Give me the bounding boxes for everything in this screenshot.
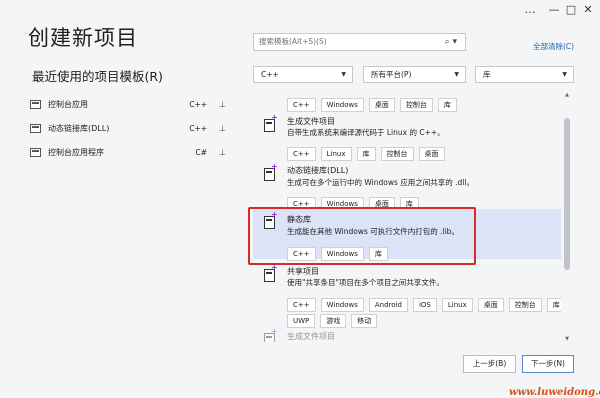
template-item-makefile[interactable]: + 生成文件项目 — [253, 327, 561, 342]
template-list-scrollbar[interactable]: ▲ ▼ — [563, 92, 571, 342]
tag: UWP — [287, 314, 316, 328]
recent-item-name: 动态链接库(DLL) — [48, 123, 110, 133]
tag: 游戏 — [320, 314, 347, 328]
template-name: 生成文件项目 — [287, 117, 335, 126]
tag: 库 — [437, 98, 457, 112]
tag: C++ — [287, 98, 316, 112]
recent-item-console-app-csharp[interactable]: 控制台应用程序 C# ⊥ — [30, 143, 226, 161]
project-type-filter-value: 库 — [483, 70, 491, 79]
recent-item-lang: C++ — [189, 99, 208, 109]
template-item-dll[interactable]: + 动态链接库(DLL) 生成可在多个运行中的 Windows 应用之间共享的 … — [253, 162, 561, 211]
chevron-down-icon: ▼ — [454, 71, 459, 78]
recent-item-lang: C++ — [189, 123, 208, 133]
template-description: 生成可在多个运行中的 Windows 应用之间共享的 .dll。 — [287, 178, 474, 187]
tag: 控制台 — [399, 98, 433, 112]
scroll-down-icon[interactable]: ▼ — [563, 336, 571, 342]
language-filter-value: C++ — [261, 70, 279, 79]
tag: 库 — [546, 298, 561, 312]
recent-templates-heading: 最近使用的项目模板(R) — [32, 69, 163, 84]
tag: Linux — [441, 298, 473, 312]
tag: 控制台 — [508, 298, 542, 312]
pin-icon[interactable]: ⊥ — [219, 148, 226, 157]
tag: C++ — [287, 147, 316, 161]
shared-project-icon: + — [262, 263, 278, 284]
console-app-icon — [30, 99, 41, 109]
console-app-icon — [30, 147, 41, 157]
template-name: 动态链接库(DLL) — [287, 166, 349, 175]
recent-item-console-app[interactable]: 控制台应用 C++ ⊥ — [30, 95, 226, 113]
recent-item-dll[interactable]: 动态链接库(DLL) C++ ⊥ — [30, 119, 226, 137]
language-filter[interactable]: C++ ▼ — [253, 66, 353, 83]
template-item-shared-project[interactable]: + 共享项目 使用"共享条目"项目在多个项目之间共享文件。 C++ Windows… — [253, 263, 561, 328]
close-icon[interactable]: ✕ — [580, 3, 596, 17]
project-type-filter[interactable]: 库 ▼ — [475, 66, 574, 83]
dll-icon — [30, 123, 41, 133]
tag: Windows — [320, 98, 364, 112]
search-placeholder: 搜索模板(Alt+S)(S) — [259, 37, 327, 46]
tag: 移动 — [351, 314, 378, 328]
tag: 控制台 — [380, 147, 414, 161]
makefile-project-icon: + — [262, 113, 278, 134]
back-button[interactable]: 上一步(B) — [463, 355, 516, 373]
scrollbar-thumb[interactable] — [564, 118, 570, 270]
makefile-project-icon: + — [262, 327, 278, 342]
dll-project-icon: + — [262, 162, 278, 183]
search-icon[interactable]: ⌕ ▾ — [445, 34, 457, 50]
chevron-down-icon: ▼ — [341, 71, 346, 78]
platform-filter-value: 所有平台(P) — [371, 70, 412, 79]
tag: Linux — [320, 147, 352, 161]
tag: iOS — [412, 298, 437, 312]
minimize-icon[interactable]: — — [546, 3, 562, 17]
template-name: 生成文件项目 — [287, 332, 335, 341]
chevron-down-icon: ▼ — [562, 71, 567, 78]
scroll-up-icon[interactable]: ▲ — [563, 92, 571, 98]
maximize-icon[interactable]: □ — [563, 3, 579, 17]
next-button[interactable]: 下一步(N) — [522, 355, 574, 373]
pin-icon[interactable]: ⊥ — [219, 100, 226, 109]
tag: 桌面 — [418, 147, 445, 161]
more-icon[interactable]: … — [522, 3, 538, 17]
tag: 桌面 — [477, 298, 504, 312]
recent-item-name: 控制台应用 — [48, 99, 88, 109]
recent-item-name: 控制台应用程序 — [48, 147, 104, 157]
pin-icon[interactable]: ⊥ — [219, 124, 226, 133]
template-item[interactable]: C++ Windows 桌面 控制台库 — [253, 88, 561, 112]
template-description: 使用"共享条目"项目在多个项目之间共享文件。 — [287, 278, 444, 287]
search-input[interactable]: 搜索模板(Alt+S)(S) ⌕ ▾ — [253, 33, 466, 51]
template-description: 自带生成系统来编译源代码于 Linux 的 C++。 — [287, 128, 445, 137]
tag: 桌面 — [368, 98, 395, 112]
recent-item-lang: C# — [195, 147, 208, 157]
watermark: www.luweidong.cn — [509, 387, 600, 398]
template-item-makefile-linux[interactable]: + 生成文件项目 自带生成系统来编译源代码于 Linux 的 C++。 C++ L… — [253, 113, 561, 161]
platform-filter[interactable]: 所有平台(P) ▼ — [363, 66, 466, 83]
page-title: 创建新项目 — [28, 26, 138, 50]
tag: 库 — [356, 147, 376, 161]
template-name: 共享项目 — [287, 267, 319, 276]
clear-all-link[interactable]: 全部清除(C) — [533, 41, 574, 52]
highlight-box — [248, 207, 476, 265]
